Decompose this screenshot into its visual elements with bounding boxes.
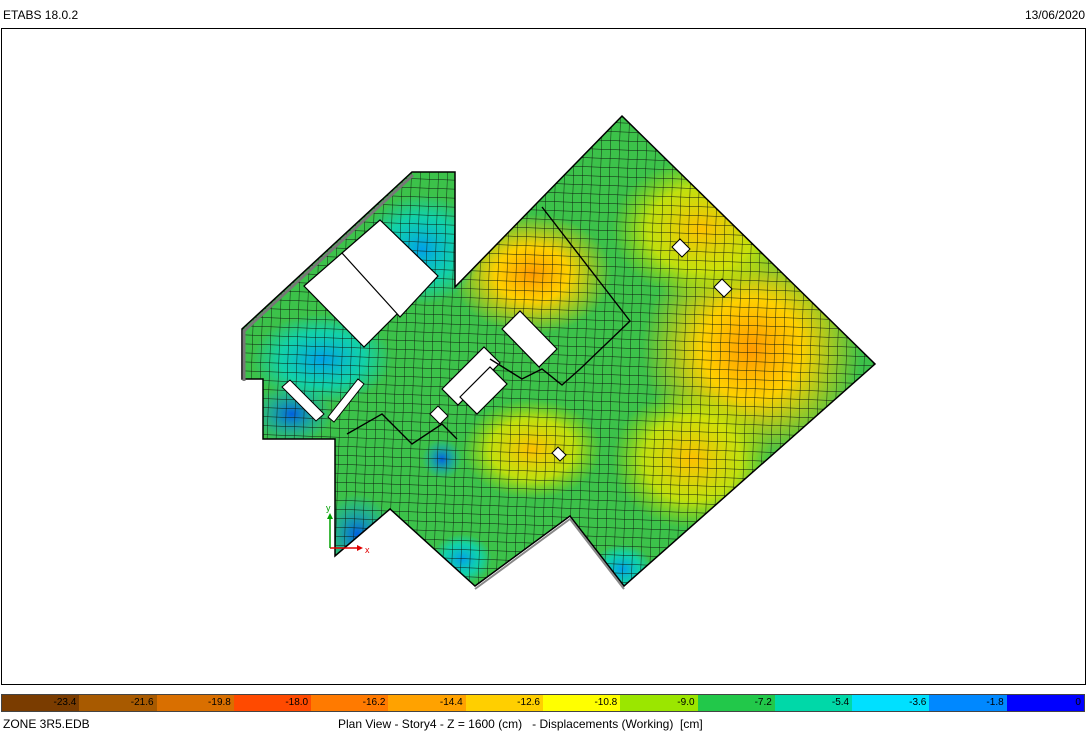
legend-value: -16.2 (362, 697, 386, 708)
legend-segment: -19.8 (156, 695, 234, 711)
report-date: 13/06/2020 (1024, 8, 1085, 22)
legend-value: -14.4 (439, 697, 463, 708)
legend-segment: -9.0 (620, 695, 698, 711)
legend-segment: -21.6 (79, 695, 157, 711)
legend-value: -3.6 (909, 697, 927, 708)
legend-segment: -5.4 (774, 695, 853, 711)
legend-value: 0 (1075, 697, 1081, 708)
view-caption: Plan View - Story4 - Z = 1600 (cm) - Dis… (338, 717, 703, 731)
legend-value: -19.8 (208, 697, 231, 708)
app-title: ETABS 18.0.2 (3, 8, 79, 22)
legend-segment: -12.6 (465, 695, 543, 711)
legend-segment: -3.6 (852, 695, 930, 711)
y-axis-label: y (326, 503, 331, 513)
legend-value: -7.2 (754, 697, 772, 708)
legend-segment: 0 (1006, 695, 1084, 711)
model-file-name: ZONE 3R5.EDB (3, 717, 90, 731)
legend-segment: -14.4 (388, 695, 466, 711)
legend-value: -23.4 (53, 697, 77, 708)
legend-value: -5.4 (831, 697, 850, 708)
legend-segment: -10.8 (542, 695, 621, 711)
plan-view-viewport[interactable]: x y (1, 28, 1086, 685)
legend-value: -18.0 (285, 697, 309, 708)
legend-segment: -7.2 (697, 695, 775, 711)
legend-segment: -18.0 (233, 695, 312, 711)
legend-value: -9.0 (677, 697, 695, 708)
legend-segment: -1.8 (929, 695, 1007, 711)
displacement-contour-plot[interactable]: x y (2, 29, 1085, 684)
legend-value: -21.6 (130, 697, 154, 708)
legend-segment: -23.4 (2, 695, 80, 711)
x-axis-label: x (365, 545, 370, 555)
displacement-legend: -23.4 -21.6 -19.8 -18.0 -16.2 -14.4 -12.6 -10.8… (1, 694, 1085, 712)
legend-value: -12.6 (517, 697, 540, 708)
legend-segment: -16.2 (311, 695, 389, 711)
legend-value: -10.8 (594, 697, 618, 708)
legend-value: -1.8 (986, 697, 1004, 708)
